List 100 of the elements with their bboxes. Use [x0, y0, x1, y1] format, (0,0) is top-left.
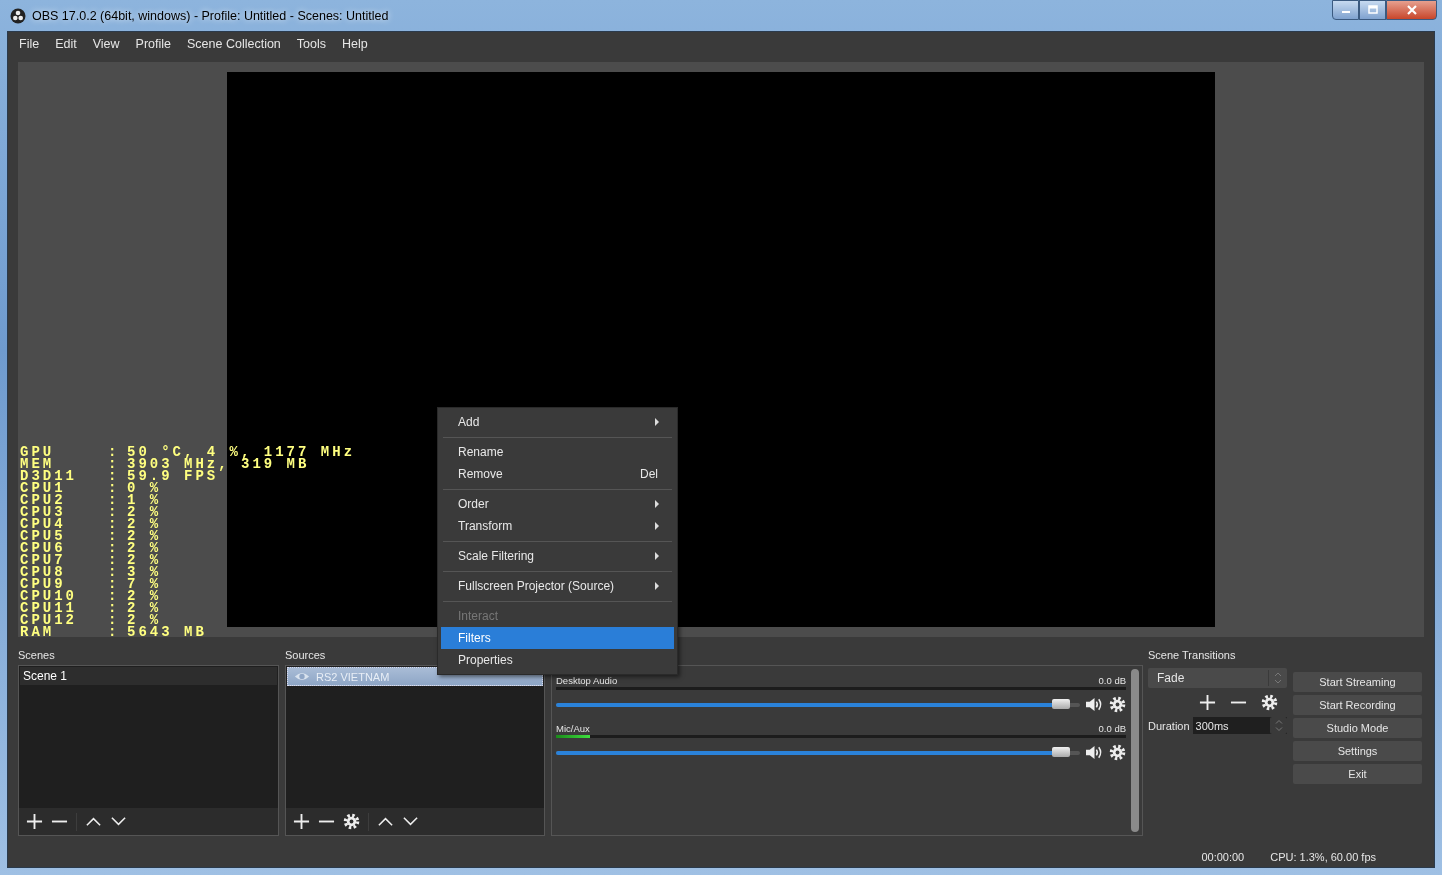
stat-label: CPU7 [20, 554, 67, 566]
settings-icon[interactable] [1261, 694, 1278, 711]
stat-value: 7 % [127, 578, 162, 590]
stat-label: GPU [20, 446, 56, 458]
stat-value: 59.9 FPS [127, 470, 219, 482]
maximize-icon [1367, 5, 1378, 15]
menu-item[interactable]: Tools [288, 36, 334, 51]
stat-label: CPU11 [20, 602, 78, 614]
stat-separator: : [108, 578, 121, 590]
channel-reading: 0.0 dB [1098, 675, 1126, 686]
stat-value: 2 % [127, 590, 162, 602]
stat-value: 2 % [127, 506, 162, 518]
stat-value: 5643 MB [127, 626, 207, 638]
duration-field[interactable]: 300ms [1192, 717, 1287, 734]
stat-separator: : [108, 458, 121, 470]
stat-label: CPU10 [20, 590, 78, 602]
settings-icon[interactable] [343, 813, 360, 830]
stat-separator: : [108, 494, 121, 506]
control-button[interactable]: Start Recording [1293, 695, 1422, 715]
stat-label: MEM [20, 458, 55, 470]
stat-value: 2 % [127, 518, 162, 530]
stat-value: 2 % [127, 614, 162, 626]
stat-value: 1 % [127, 494, 162, 506]
scene-item[interactable]: Scene 1 [20, 667, 277, 685]
add-icon[interactable] [293, 813, 310, 830]
dock-title: Scenes [18, 648, 55, 663]
stat-label: CPU12 [20, 614, 78, 626]
stat-separator: : [108, 530, 121, 542]
stat-label: CPU3 [20, 506, 67, 518]
status-time: 00:00:00 [1201, 851, 1245, 863]
stat-label: D3D11 [20, 470, 78, 482]
stat-label: CPU1 [20, 482, 67, 494]
transition-dropdown[interactable]: Fade [1148, 668, 1287, 688]
stat-value: 2 % [127, 530, 162, 542]
stat-value: 3903 MHz, 319 MB [127, 458, 310, 470]
menu-item[interactable]: Scale Filtering [441, 545, 674, 567]
menu-item[interactable]: Add [441, 411, 674, 433]
stat-separator: : [108, 470, 121, 482]
duration-label: Duration [1148, 719, 1190, 732]
menu-item[interactable]: Fullscreen Projector (Source) [441, 575, 674, 597]
menu-item[interactable]: View [84, 36, 128, 51]
add-icon[interactable] [26, 813, 43, 830]
stat-value: 3 % [127, 566, 162, 578]
menu-item[interactable]: File [11, 36, 48, 51]
close-button[interactable] [1386, 0, 1437, 20]
slider-handle[interactable] [1051, 746, 1070, 757]
add-icon[interactable] [1199, 694, 1216, 711]
stat-separator: : [108, 626, 121, 638]
close-icon [1405, 5, 1418, 15]
stat-separator: : [108, 602, 121, 614]
channel-reading: 0.0 dB [1098, 723, 1126, 734]
minimize-button[interactable] [1332, 0, 1359, 20]
status-cpu: CPU: 1.3%, 60.00 fps [1270, 851, 1376, 863]
stat-label: CPU4 [20, 518, 67, 530]
stat-separator: : [108, 542, 121, 554]
control-button[interactable]: Exit [1293, 764, 1422, 784]
scrollbar[interactable] [1131, 669, 1139, 832]
channel-name: Desktop Audio [556, 675, 618, 686]
stat-label: CPU6 [20, 542, 67, 554]
menu-item[interactable]: Scene Collection [179, 36, 289, 51]
stat-label: CPU5 [20, 530, 67, 542]
settings-icon[interactable] [1109, 744, 1126, 761]
stat-separator: : [108, 518, 121, 530]
stat-separator: : [108, 482, 121, 494]
stat-separator: : [108, 554, 121, 566]
stat-label: RAM [20, 626, 56, 638]
dock-title: Scene Transitions [1148, 648, 1236, 663]
channel-name: Mic/Aux [556, 723, 590, 734]
menu-item[interactable]: Transform [441, 515, 674, 537]
stat-value: 2 % [127, 554, 162, 566]
maximize-button[interactable] [1359, 0, 1386, 20]
control-button[interactable]: Studio Mode [1293, 718, 1422, 738]
window-title: OBS 17.0.2 (64bit, windows) - Profile: Untitled - Scenes: Untitled [32, 8, 389, 23]
menu-item[interactable]: Filters [441, 627, 674, 649]
app-logo-icon [10, 7, 26, 24]
settings-icon[interactable] [1109, 696, 1126, 713]
menu-item[interactable]: Remove Del [441, 463, 674, 485]
menu-item[interactable]: Order [441, 493, 674, 515]
menu-item[interactable]: Edit [47, 36, 85, 51]
stat-separator: : [108, 566, 121, 578]
stat-value: 2 % [127, 602, 162, 614]
stat-value: 2 % [127, 542, 162, 554]
slider-handle[interactable] [1051, 698, 1070, 709]
control-button[interactable]: Settings [1293, 741, 1422, 761]
stat-label: CPU8 [20, 566, 67, 578]
speaker-icon[interactable] [1085, 744, 1104, 761]
speaker-icon[interactable] [1085, 696, 1104, 713]
menu-item[interactable]: Profile [127, 36, 179, 51]
stat-separator: : [108, 506, 121, 518]
stat-label: CPU9 [20, 578, 66, 590]
stat-value: 0 % [127, 482, 162, 494]
volume-slider[interactable] [556, 702, 1080, 707]
menu-item[interactable]: Rename [441, 441, 674, 463]
source-name: RS2 VIETNAM [316, 670, 390, 683]
stat-label: CPU2 [20, 494, 67, 506]
stat-separator: : [108, 614, 121, 626]
control-button[interactable]: Start Streaming [1293, 672, 1422, 692]
volume-slider[interactable] [556, 750, 1080, 755]
stat-separator: : [108, 446, 121, 458]
menu-item[interactable]: Help [334, 36, 376, 51]
